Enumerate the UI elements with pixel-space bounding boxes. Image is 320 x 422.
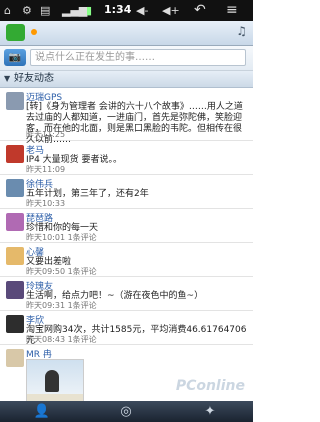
- watermark: PConline: [175, 378, 245, 394]
- avatar[interactable]: [6, 92, 24, 110]
- qq-icon[interactable]: ◎: [84, 401, 168, 422]
- app-header: ♫: [0, 21, 253, 46]
- status-input[interactable]: 说点什么正在发生的事……: [30, 49, 246, 66]
- avatar[interactable]: [6, 24, 25, 41]
- menu-icon: ▤: [40, 4, 51, 17]
- clock: 1:34: [104, 3, 132, 16]
- settings-icon[interactable]: ✦: [168, 401, 252, 422]
- chevron-down-icon: ▼: [4, 74, 11, 83]
- list-item[interactable]: 心馨 又要出差啦 昨天09:50 1条评论: [0, 243, 253, 277]
- back-icon[interactable]: ↶: [194, 3, 206, 17]
- battery-icon: ▮: [86, 4, 93, 17]
- avatar[interactable]: [6, 247, 24, 265]
- section-title: 好友动态: [14, 73, 54, 84]
- bottom-tab-bar: 👤 ◎ ✦: [0, 401, 253, 422]
- feed-time: 昨天10:33: [26, 199, 66, 208]
- feed-time: 昨天11:25: [26, 130, 66, 139]
- photo-thumbnail[interactable]: [26, 359, 84, 401]
- list-item[interactable]: 李欣 淘宝网购34次，共计1585元，平均消费46.61764706元 昨天08…: [0, 311, 253, 346]
- signal-icon: ▂▄▆: [62, 4, 88, 17]
- music-icon[interactable]: ♫: [236, 24, 247, 38]
- list-item[interactable]: 老马 IP4 大量现货 要者说。。 昨天11:09: [0, 141, 253, 175]
- volume-up-icon[interactable]: ◀+: [162, 4, 180, 17]
- avatar[interactable]: [6, 213, 24, 231]
- status-bar: ⌂ ⚙ ▤ ▂▄▆ ▮ 1:34 ◀- ◀+ ↶ ≡: [0, 0, 253, 21]
- post-bar: 📷 说点什么正在发生的事……: [0, 46, 253, 71]
- online-status-icon[interactable]: [31, 29, 37, 35]
- contacts-icon[interactable]: 👤: [0, 401, 84, 422]
- avatar[interactable]: [6, 145, 24, 163]
- avatar[interactable]: [6, 349, 24, 367]
- friend-feed[interactable]: 迈瑞GPS [转]《身为管理者 会讲的六十八个故事》……用人之道去过庙的人都知道…: [0, 88, 253, 401]
- photo-ground: [27, 394, 83, 401]
- feed-time: 昨天11:09: [26, 165, 66, 174]
- feed-time: 昨天09:31 1条评论: [26, 301, 97, 310]
- feed-time: 昨天08:43 1条评论: [26, 335, 97, 344]
- camera-button[interactable]: 📷: [4, 49, 26, 66]
- home-icon: ⌂: [4, 4, 11, 17]
- menu-icon[interactable]: ≡: [226, 3, 238, 17]
- avatar[interactable]: [6, 179, 24, 197]
- feed-time: 昨天09:50 1条评论: [26, 267, 97, 276]
- avatar[interactable]: [6, 281, 24, 299]
- volume-down-icon[interactable]: ◀-: [136, 4, 148, 17]
- avatar[interactable]: [6, 315, 24, 333]
- photo-figure: [45, 370, 59, 392]
- list-item[interactable]: 琵琶路 珍惜和你的每一天 昨天10:01 1条评论: [0, 209, 253, 243]
- list-item[interactable]: 玲瑰友 生活啊，给点力吧！~（游在夜色中的鱼~） 昨天09:31 1条评论: [0, 277, 253, 311]
- list-item[interactable]: 迈瑞GPS [转]《身为管理者 会讲的六十八个故事》……用人之道去过庙的人都知道…: [0, 88, 253, 145]
- feed-time: 昨天10:01 1条评论: [26, 233, 97, 242]
- settings-icon: ⚙: [22, 4, 32, 17]
- list-item[interactable]: 徐伟兵 五年计划，第三年了，还有2年 昨天10:33: [0, 175, 253, 209]
- section-header[interactable]: ▼ 好友动态: [0, 71, 253, 88]
